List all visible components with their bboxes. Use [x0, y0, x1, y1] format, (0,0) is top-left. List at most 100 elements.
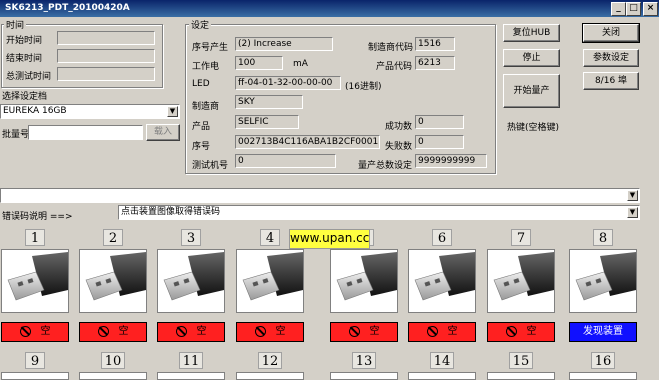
slot-number-9: 9 — [25, 352, 45, 369]
usb-drive-icon[interactable] — [569, 249, 637, 313]
chevron-down-icon[interactable]: ▼ — [627, 190, 638, 201]
no-entry-icon — [426, 325, 438, 337]
usb-drive-icon[interactable] — [79, 249, 147, 313]
success-field: 0 — [415, 115, 464, 129]
serial-label: 序号 — [192, 142, 211, 152]
start-button[interactable]: 开始量产 — [503, 74, 560, 108]
slot-status-text: 空 — [526, 326, 537, 337]
slot-number-16: 16 — [591, 352, 615, 369]
total-set-label: 量产总数设定 — [358, 161, 413, 171]
slot-status-text: 空 — [275, 326, 286, 337]
maximize-icon[interactable]: □ — [626, 2, 641, 16]
slot-number-15: 15 — [509, 352, 533, 369]
usb-drive-icon[interactable] — [236, 249, 304, 313]
slot-status-text: 空 — [118, 326, 129, 337]
slot-status-5[interactable]: 空 — [330, 322, 398, 342]
usb-drive-icon[interactable] — [157, 249, 225, 313]
chevron-down-icon[interactable]: ▼ — [627, 207, 638, 218]
reset-hub-button[interactable]: 复位HUB — [503, 24, 560, 42]
hotkey-note: 热键(空格键) — [507, 123, 560, 133]
product-code-label: 产品代码 — [376, 62, 413, 72]
stop-button[interactable]: 停止 — [503, 49, 560, 67]
success-label: 成功数 — [385, 122, 413, 132]
batch-label: 批量号 — [2, 130, 30, 140]
total-set-field: 9999999999 — [415, 154, 487, 168]
slot-status-3[interactable]: 空 — [157, 322, 225, 342]
no-entry-icon — [505, 325, 517, 337]
vendor-field: SKY — [235, 95, 303, 109]
vendor-code-label: 制造商代码 — [368, 43, 414, 53]
usb-drive-icon[interactable] — [1, 249, 69, 313]
product-label: 产品 — [192, 122, 211, 132]
slot-status-text: 空 — [196, 326, 207, 337]
log-select[interactable]: ▼ — [0, 188, 640, 203]
error-code-label: 错误码说明 ==> — [2, 212, 73, 222]
fail-label: 失败数 — [385, 142, 413, 152]
serial-gen-field: (2) Increase — [235, 37, 333, 51]
slot-status-8[interactable]: 发现装置 — [569, 322, 637, 342]
slot-number-12: 12 — [258, 352, 282, 369]
slot-number-3: 3 — [181, 229, 201, 246]
product-code-field: 6213 — [415, 56, 455, 70]
no-entry-icon — [97, 325, 109, 337]
load-button[interactable]: 载入 — [146, 124, 180, 141]
usb-drive-icon[interactable] — [330, 372, 398, 380]
slot-number-7: 7 — [511, 229, 531, 246]
params-button[interactable]: 参数设定 — [583, 49, 639, 67]
no-entry-icon — [254, 325, 266, 337]
start-time-label: 开始时间 — [6, 36, 43, 46]
ports-button[interactable]: 8/16 埠 — [583, 72, 639, 90]
no-entry-icon — [348, 325, 360, 337]
usb-drive-icon[interactable] — [157, 372, 225, 380]
no-entry-icon — [175, 325, 187, 337]
batch-input[interactable] — [28, 125, 143, 140]
slot-number-6: 6 — [432, 229, 452, 246]
slot-status-7[interactable]: 空 — [487, 322, 555, 342]
slot-number-13: 13 — [352, 352, 376, 369]
usb-drive-icon[interactable] — [408, 249, 476, 313]
slot-number-1: 1 — [25, 229, 45, 246]
usb-drive-icon[interactable] — [236, 372, 304, 380]
led-note: (16进制) — [345, 82, 382, 92]
usb-drive-icon[interactable] — [569, 372, 637, 380]
minimize-icon[interactable]: _ — [611, 2, 626, 16]
current-label: 工作电 — [192, 62, 220, 72]
end-time-field — [57, 49, 155, 63]
profile-select[interactable]: EUREKA 16GB ▼ — [0, 104, 180, 119]
slot-number-14: 14 — [430, 352, 454, 369]
serial-gen-label: 序号产生 — [192, 43, 229, 53]
error-code-select[interactable]: 点击装置图像取得错误码 ▼ — [118, 205, 640, 220]
slot-number-4: 4 — [260, 229, 280, 246]
slot-status-2[interactable]: 空 — [79, 322, 147, 342]
usb-drive-icon[interactable] — [330, 249, 398, 313]
chevron-down-icon[interactable]: ▼ — [167, 106, 178, 117]
vendor-label: 制造商 — [192, 102, 220, 112]
profile-selected-value: EUREKA 16GB — [3, 106, 67, 116]
usb-drive-icon[interactable] — [79, 372, 147, 380]
total-time-label: 总测试时间 — [6, 72, 52, 82]
slot-status-text: 空 — [369, 326, 380, 337]
slot-status-text: 空 — [447, 326, 458, 337]
slot-status-1[interactable]: 空 — [1, 322, 69, 342]
profile-label: 选择设定档 — [2, 92, 48, 102]
usb-drive-icon[interactable] — [1, 372, 69, 380]
usb-drive-icon[interactable] — [487, 249, 555, 313]
current-field: 100 — [235, 56, 283, 70]
slot-status-text: 发现装置 — [583, 326, 623, 337]
slot-status-text: 空 — [40, 326, 51, 337]
slot-status-4[interactable]: 空 — [236, 322, 304, 342]
time-group-title: 时间 — [4, 18, 27, 31]
slot-status-6[interactable]: 空 — [408, 322, 476, 342]
current-unit: mA — [293, 59, 308, 69]
tester-field: 0 — [235, 154, 336, 168]
tester-label: 测试机号 — [192, 161, 229, 171]
start-time-field — [57, 31, 155, 45]
close-window-icon[interactable]: × — [643, 2, 658, 16]
usb-drive-icon[interactable] — [408, 372, 476, 380]
slot-number-8: 8 — [593, 229, 613, 246]
serial-field: 002713B4C116ABA1B2CF0001 — [235, 135, 380, 149]
usb-drive-icon[interactable] — [487, 372, 555, 380]
error-code-value: 点击装置图像取得错误码 — [121, 207, 221, 217]
close-button[interactable]: 关闭 — [582, 23, 640, 43]
total-time-field — [57, 67, 155, 81]
